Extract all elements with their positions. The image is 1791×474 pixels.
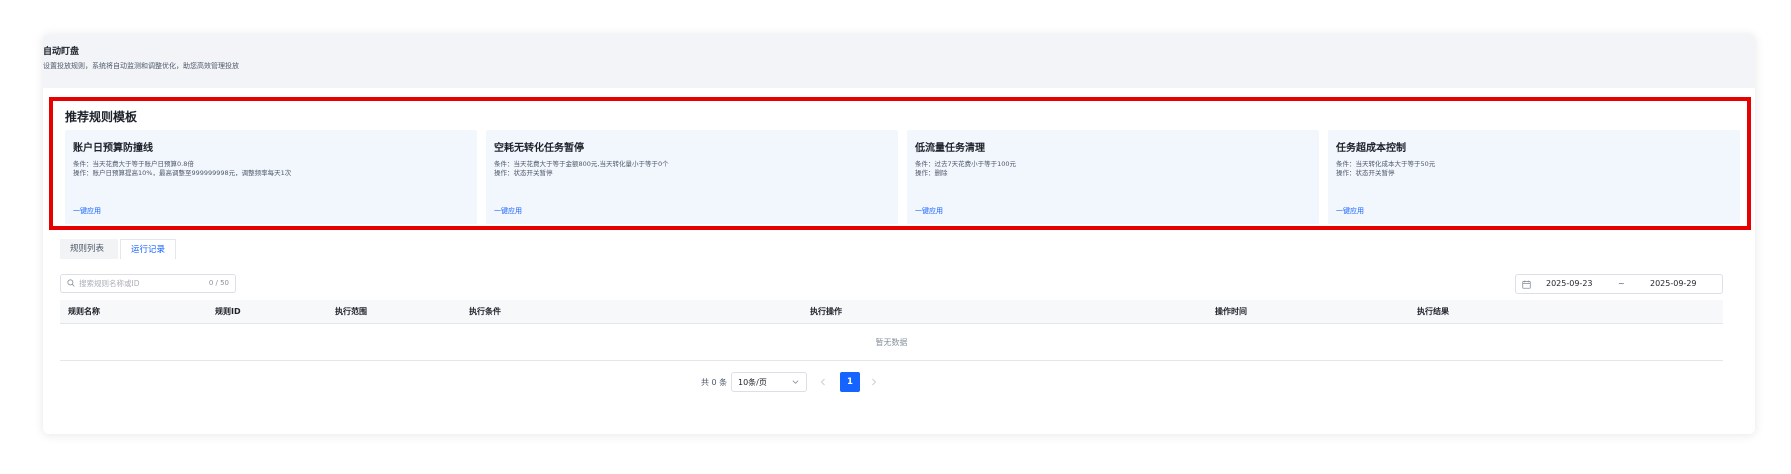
page-description: 设置投放规则，系统将自动监测和调整优化，助您高效管理投放 <box>43 62 239 70</box>
page-header: 自动盯盘 设置投放规则，系统将自动监测和调整优化，助您高效管理投放 <box>43 34 1755 88</box>
chevron-down-icon <box>792 380 799 384</box>
column-header-scope: 执行范围 <box>335 307 367 316</box>
auto-monitor-panel: 自动盯盘 设置投放规则，系统将自动监测和调整优化，助您高效管理投放 推荐规则模板… <box>43 34 1755 434</box>
template-card-low-traffic-cleanup: 低流量任务清理 条件：过去7天花费小于等于100元 操作：删除 一键应用 <box>907 130 1319 224</box>
total-count: 共 0 条 <box>701 378 728 387</box>
column-header-operation: 执行操作 <box>810 307 842 316</box>
pagination: 共 0 条 10条/页 1 <box>43 372 1755 392</box>
date-range-picker[interactable]: 2025-09-23 ~ 2025-09-29 <box>1515 274 1723 294</box>
template-card-title: 低流量任务清理 <box>915 143 985 154</box>
date-start[interactable]: 2025-09-23 <box>1546 279 1593 288</box>
template-card-operation: 操作：状态开关暂停 <box>494 169 553 177</box>
template-card-operation: 操作：账户日预算提高10%，最高调整至999999998元，调整频率每天1次 <box>73 169 292 177</box>
empty-row: 暂无数据 <box>60 324 1723 361</box>
tab-run-records[interactable]: 运行记录 <box>120 239 176 259</box>
search-input[interactable] <box>79 276 199 291</box>
page-size-select[interactable]: 10条/页 <box>731 372 807 392</box>
apply-template-button[interactable]: 一键应用 <box>494 206 522 216</box>
column-header-operation-time: 操作时间 <box>1215 307 1247 316</box>
date-end[interactable]: 2025-09-29 <box>1650 279 1697 288</box>
search-box: 0 / 50 <box>60 274 236 293</box>
template-card-title: 任务超成本控制 <box>1336 143 1406 154</box>
recommended-templates-section: 推荐规则模板 账户日预算防撞线 条件：当天花费大于等于账户日预算0.8倍 操作：… <box>49 97 1751 230</box>
apply-template-button[interactable]: 一键应用 <box>1336 206 1364 216</box>
template-card-budget-guard: 账户日预算防撞线 条件：当天花费大于等于账户日预算0.8倍 操作：账户日预算提高… <box>65 130 477 224</box>
column-header-rule-id: 规则ID <box>215 307 241 316</box>
date-separator: ~ <box>1618 279 1625 288</box>
chevron-left-icon[interactable] <box>817 375 829 389</box>
template-card-cost-control: 任务超成本控制 条件：当天转化成本大于等于50元 操作：状态开关暂停 一键应用 <box>1328 130 1740 224</box>
template-card-no-conversion-pause: 空耗无转化任务暂停 条件：当天花费大于等于金额800元,当天转化量小于等于0个 … <box>486 130 898 224</box>
column-header-rule-name: 规则名称 <box>68 307 100 316</box>
templates-heading: 推荐规则模板 <box>65 110 138 124</box>
column-header-condition: 执行条件 <box>469 307 501 316</box>
empty-text: 暂无数据 <box>875 338 908 347</box>
search-icon <box>67 279 75 287</box>
template-cards: 账户日预算防撞线 条件：当天花费大于等于账户日预算0.8倍 操作：账户日预算提高… <box>65 130 1740 224</box>
template-card-title: 空耗无转化任务暂停 <box>494 143 584 154</box>
apply-template-button[interactable]: 一键应用 <box>73 206 101 216</box>
page-size-value: 10条/页 <box>738 378 767 387</box>
template-card-title: 账户日预算防撞线 <box>73 143 153 154</box>
page-title: 自动盯盘 <box>43 47 80 57</box>
column-header-result: 执行结果 <box>1417 307 1449 316</box>
search-char-count: 0 / 50 <box>208 279 229 287</box>
calendar-icon <box>1522 280 1531 289</box>
apply-template-button[interactable]: 一键应用 <box>915 206 943 216</box>
template-card-operation: 操作：状态开关暂停 <box>1336 169 1395 177</box>
tab-rule-list[interactable]: 规则列表 <box>60 239 118 259</box>
table-header: 规则名称 规则ID 执行范围 执行条件 执行操作 操作时间 执行结果 <box>60 300 1723 324</box>
template-card-operation: 操作：删除 <box>915 169 948 177</box>
page-number-current[interactable]: 1 <box>840 372 860 392</box>
chevron-right-icon[interactable] <box>868 375 880 389</box>
